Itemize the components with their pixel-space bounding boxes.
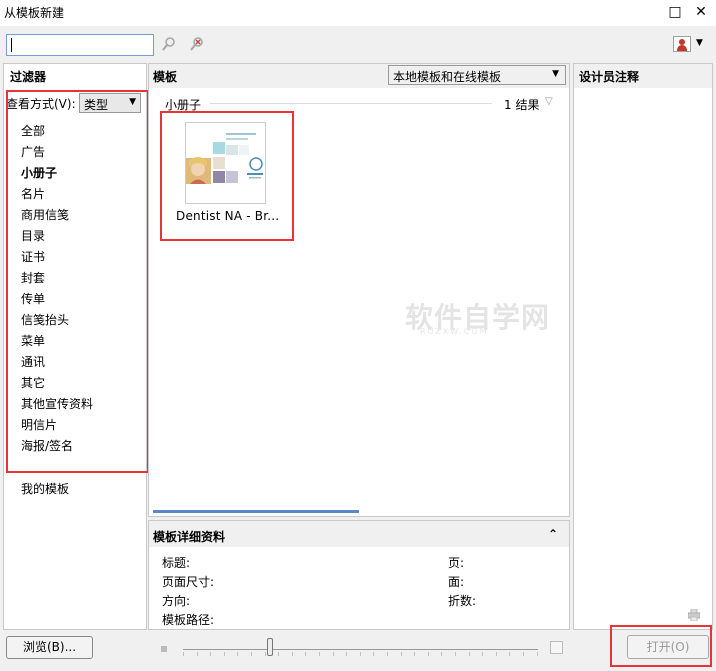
user-icon[interactable]: [673, 36, 691, 52]
zoom-slider-tick: [414, 652, 416, 656]
detail-folds-label: 折数:: [448, 594, 477, 608]
zoom-slider-tick: [427, 652, 429, 656]
maximize-button[interactable]: □: [664, 2, 686, 22]
zoom-slider-tick: [278, 652, 280, 656]
zoom-slider-tick: [332, 652, 334, 656]
designer-notes-panel: [573, 63, 713, 630]
zoom-out-icon[interactable]: [161, 646, 167, 652]
collapse-group-icon[interactable]: ▽: [545, 96, 553, 107]
zoom-slider-tick: [210, 652, 212, 656]
zoom-slider-tick: [291, 652, 293, 656]
zoom-slider-tick: [509, 652, 511, 656]
collapse-details-icon[interactable]: ⌃: [548, 527, 558, 541]
user-dropdown-icon[interactable]: ▼: [696, 38, 703, 48]
close-icon: ✕: [695, 4, 707, 20]
text-caret: [11, 38, 12, 52]
zoom-slider-tick: [359, 652, 361, 656]
search-input[interactable]: [6, 34, 154, 56]
zoom-slider-tick: [237, 652, 239, 656]
zoom-slider-tick: [455, 652, 456, 656]
templates-header: 模板: [153, 70, 178, 84]
highlight-box-filter: [6, 90, 149, 473]
template-source-value: 本地模板和在线模板: [393, 70, 502, 84]
zoom-slider-tick: [400, 652, 402, 656]
detail-title-label: 标题:: [162, 556, 191, 570]
browse-button-label: 浏览(B)...: [22, 640, 77, 654]
search-icon[interactable]: [160, 36, 178, 54]
horizontal-scrollbar[interactable]: [153, 510, 359, 513]
detail-path-label: 模板路径:: [162, 613, 215, 627]
zoom-slider-tick: [346, 652, 348, 656]
detail-page-size-label: 页面尺寸:: [162, 575, 215, 589]
watermark-sub-text: RUZXW.COM: [420, 327, 489, 336]
user-body-shape: [677, 45, 687, 51]
zoom-slider-tick: [523, 652, 524, 656]
window-title: 从模板新建: [4, 6, 65, 20]
highlight-box-template: [160, 111, 294, 241]
group-divider: [210, 103, 492, 104]
zoom-slider-tick: [441, 652, 443, 656]
maximize-icon: □: [668, 4, 682, 20]
zoom-slider-tick: [482, 652, 484, 656]
zoom-slider-tick: [196, 652, 198, 656]
zoom-slider-tick: [305, 652, 307, 656]
zoom-slider-tick: [536, 652, 538, 656]
zoom-slider-tick: [468, 652, 470, 656]
zoom-slider-thumb[interactable]: [267, 638, 273, 656]
detail-sides-label: 面:: [448, 575, 465, 589]
new-from-template-dialog: 从模板新建 □ ✕ ▼ 过滤器 查看方式(V): 类型 ▼ 全部 广告 小册子 …: [0, 0, 716, 671]
zoom-slider-tick: [264, 652, 266, 656]
my-templates-item[interactable]: 我的模板: [21, 480, 69, 497]
title-bar: 从模板新建 □ ✕: [0, 0, 716, 26]
close-button[interactable]: ✕: [690, 2, 712, 22]
template-source-select[interactable]: 本地模板和在线模板 ▼: [388, 65, 566, 85]
zoom-slider-tick: [495, 652, 497, 656]
zoom-slider-tick: [251, 652, 252, 656]
zoom-slider-track[interactable]: [183, 649, 538, 650]
detail-pages-label: 页:: [448, 556, 465, 570]
filter-header: 过滤器: [10, 70, 47, 84]
details-header: 模板详细资料: [153, 530, 226, 544]
zoom-slider-tick: [319, 652, 320, 656]
result-count: 1 结果: [504, 98, 540, 112]
zoom-slider-tick: [387, 652, 388, 656]
zoom-slider-tick: [183, 652, 184, 656]
highlight-box-open: [610, 625, 712, 667]
chevron-down-icon: ▼: [552, 69, 559, 79]
zoom-slider-tick: [373, 652, 375, 656]
designer-notes-header: 设计员注释: [579, 70, 640, 84]
detail-orientation-label: 方向:: [162, 594, 191, 608]
browse-button[interactable]: 浏览(B)...: [6, 636, 93, 659]
print-icon[interactable]: [687, 608, 701, 622]
zoom-in-icon[interactable]: [550, 641, 563, 654]
zoom-slider-tick: [223, 652, 225, 656]
clear-search-icon[interactable]: [188, 36, 206, 54]
